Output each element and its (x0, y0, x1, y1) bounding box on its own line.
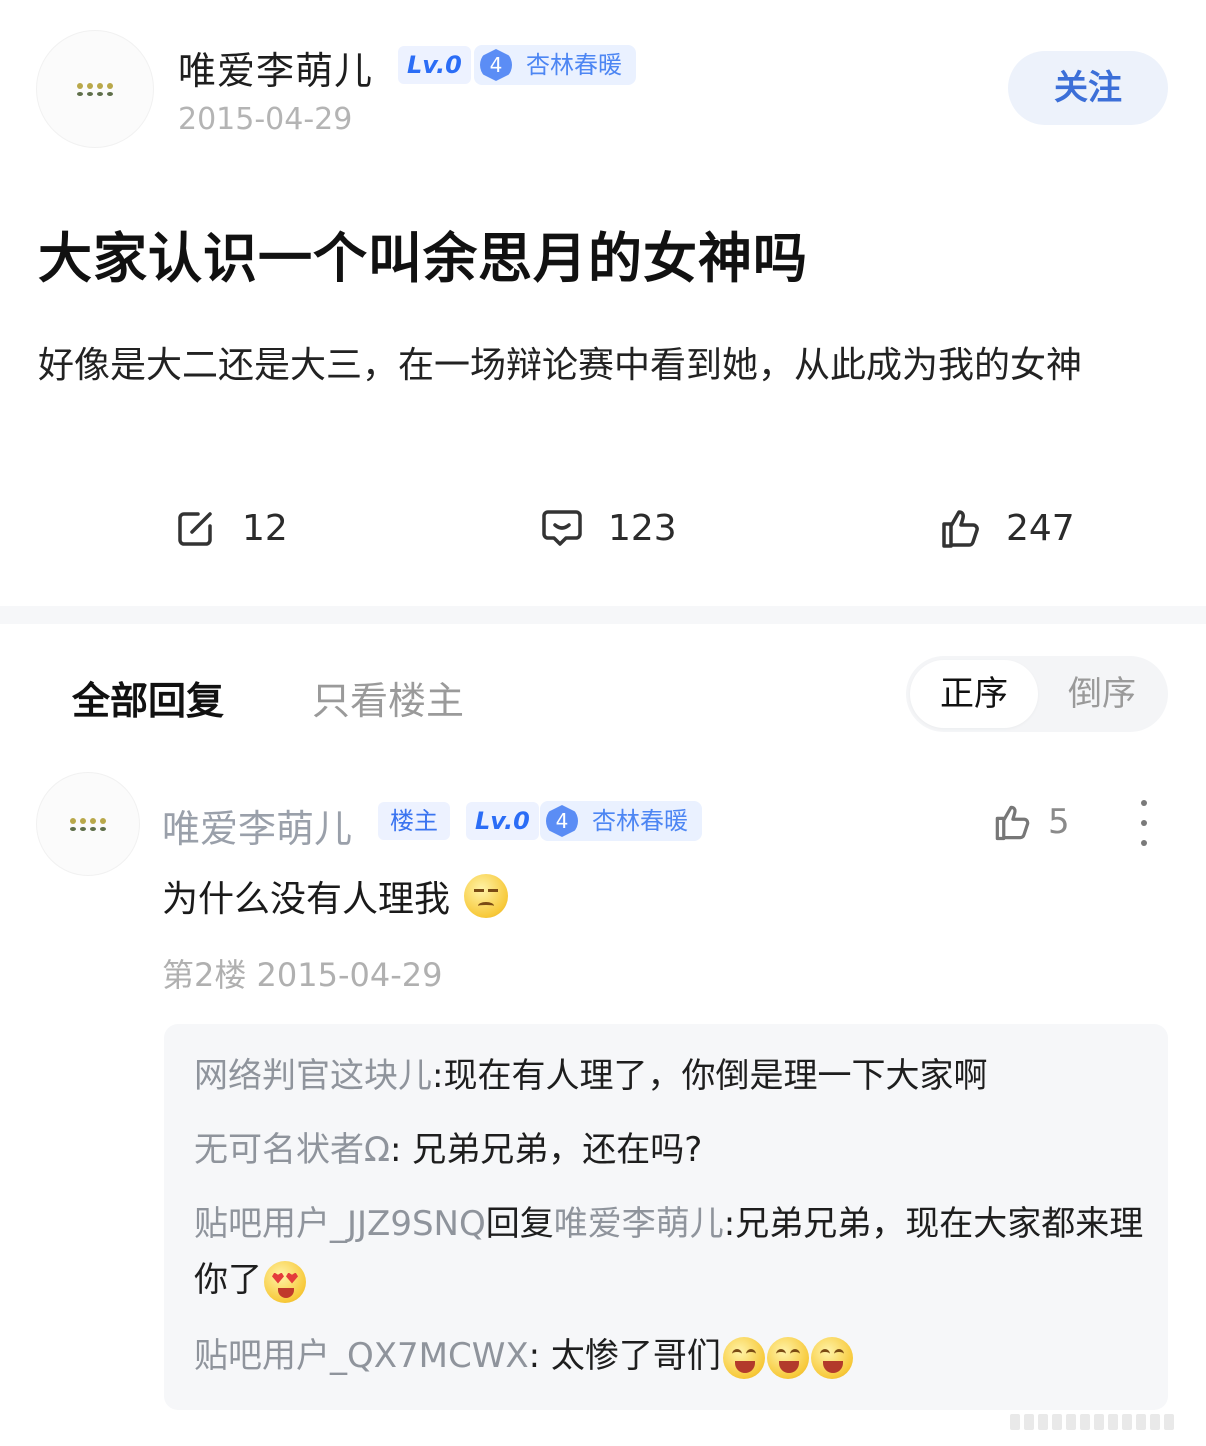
bar-badge-label: 杏林春暖 (526, 51, 622, 79)
thumbs-up-icon (942, 510, 979, 548)
comment-author-name[interactable]: 唯爱李萌儿 (162, 798, 352, 853)
sub-reply-item[interactable]: 无可名状者Ω: 兄弟兄弟，还在吗? (194, 1122, 1144, 1178)
laugh-emoji-icon (722, 1336, 765, 1379)
bar-level-badge: 4 杏林春暖 (474, 45, 636, 85)
like-button[interactable]: 247 (936, 504, 1075, 552)
share-count: 12 (242, 507, 288, 549)
comment-bar-level-badge: 4 杏林春暖 (540, 801, 702, 841)
like-count: 247 (1006, 507, 1075, 549)
reply-keyword: 回复 (485, 1204, 554, 1244)
share-icon (178, 512, 212, 546)
section-divider (0, 606, 1206, 624)
post-date: 2015-04-29 (178, 102, 353, 137)
sub-reply-author[interactable]: 贴吧用户_JJZ9SNQ (194, 1204, 486, 1244)
sub-reply-item[interactable]: 网络判官这块儿:现在有人理了，你倒是理一下大家啊 (194, 1048, 1144, 1104)
post-page: 唯爱李萌儿 Lv.0 4 杏林春暖 2015-04-29 关注 大家认识一个叫余… (0, 0, 1206, 1446)
sub-reply-item[interactable]: 贴吧用户_QX7MCWX: 太惨了哥们 (194, 1328, 1144, 1384)
laugh-emoji-icon (810, 1336, 853, 1379)
post-body: 好像是大二还是大三，在一场辩论赛中看到她，从此成为我的女神 (38, 345, 1083, 386)
sort-descending-button[interactable]: 倒序 (1040, 660, 1164, 728)
post-action-bar: 12 123 247 (0, 504, 1206, 564)
scroll-indicator (1010, 1414, 1174, 1430)
sub-reply-author[interactable]: 贴吧用户_QX7MCWX (194, 1336, 529, 1376)
tab-owner-only[interactable]: 只看楼主 (312, 670, 464, 725)
comment-floor-and-date: 第2楼 2015-04-29 (162, 956, 443, 994)
comment-button[interactable]: 123 (538, 504, 677, 552)
sub-reply-author[interactable]: 无可名状者Ω (194, 1130, 390, 1170)
heart-eyes-emoji-icon (264, 1260, 306, 1303)
comment-count: 123 (608, 507, 677, 549)
sub-reply-text: : 太惨了哥们 (528, 1336, 721, 1376)
annoyed-emoji-icon (464, 874, 509, 918)
comment-icon (542, 510, 582, 546)
gem-icon: 4 (480, 49, 512, 81)
post-author-name[interactable]: 唯爱李萌儿 (178, 40, 373, 95)
gem-icon: 4 (546, 805, 578, 837)
thread-owner-badge: 楼主 (378, 802, 450, 840)
follow-button[interactable]: 关注 (1008, 51, 1168, 125)
comment-level-badge: Lv.0 (466, 802, 539, 840)
laugh-emoji-icon (766, 1336, 809, 1379)
more-vertical-icon[interactable] (1134, 800, 1154, 846)
post-title: 大家认识一个叫余思月的女神吗 (38, 227, 808, 290)
bar-badge-label: 杏林春暖 (592, 807, 688, 835)
sort-ascending-button[interactable]: 正序 (910, 660, 1038, 728)
author-avatar[interactable] (36, 30, 154, 148)
sub-reply-text: : 兄弟兄弟，还在吗? (389, 1130, 703, 1170)
sub-reply-author[interactable]: 网络判官这块儿 (194, 1056, 432, 1096)
sub-reply-text: :现在有人理了，你倒是理一下大家啊 (432, 1056, 988, 1096)
comment-text-content: 为什么没有人理我 (162, 879, 451, 920)
sub-reply-item[interactable]: 贴吧用户_JJZ9SNQ回复唯爱李萌儿:兄弟兄弟，现在大家都来理你了 (194, 1196, 1144, 1308)
level-badge: Lv.0 (398, 46, 471, 84)
comment-author-avatar[interactable] (36, 772, 140, 876)
tab-all-replies[interactable]: 全部回复 (72, 670, 224, 725)
share-button[interactable]: 12 (172, 504, 288, 552)
sort-toggle: 正序 倒序 (906, 656, 1168, 732)
reply-target-author[interactable]: 唯爱李萌儿 (554, 1204, 724, 1244)
comment-like-count: 5 (1048, 802, 1070, 842)
thumbs-up-icon (995, 805, 1030, 841)
comment-like-button[interactable]: 5 (990, 800, 1070, 844)
comment-text: 为什么没有人理我 (162, 870, 509, 922)
sub-replies-box[interactable]: 网络判官这块儿:现在有人理了，你倒是理一下大家啊 无可名状者Ω: 兄弟兄弟，还在… (164, 1024, 1168, 1410)
